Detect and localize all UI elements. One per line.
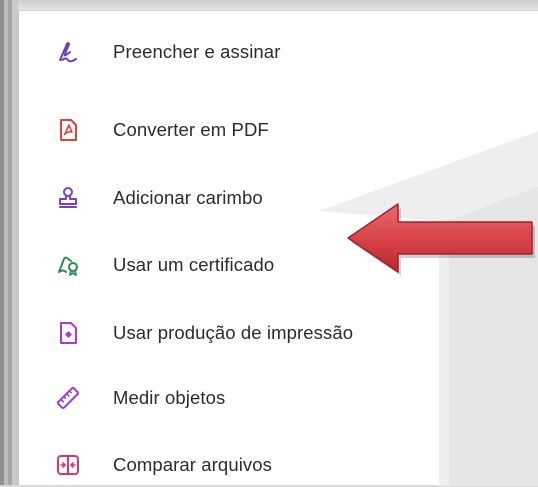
menu-item-label: Usar um certificado: [113, 254, 275, 275]
convert-pdf-icon: [56, 118, 80, 142]
window-top-border: [0, 0, 538, 10]
menu-item-compare-files[interactable]: Comparar arquivos: [19, 443, 459, 487]
ruler-icon: [56, 386, 80, 410]
print-production-icon: [56, 321, 80, 345]
menu-item-fill-sign[interactable]: Preencher e assinar: [19, 30, 459, 74]
compare-files-icon: [56, 453, 80, 477]
menu-item-label: Adicionar carimbo: [113, 187, 263, 208]
window-left-border: [0, 0, 18, 485]
certificate-icon: [56, 253, 80, 277]
callout-arrow: [347, 203, 535, 276]
menu-item-label: Converter em PDF: [113, 119, 269, 140]
menu-item-label: Usar produção de impressão: [113, 322, 354, 343]
menu-item-measure[interactable]: Medir objetos: [19, 376, 459, 420]
menu-item-print-production[interactable]: Usar produção de impressão: [19, 311, 459, 355]
menu-item-label: Comparar arquivos: [113, 454, 273, 475]
stamp-icon: [56, 186, 80, 210]
fill-sign-icon: [56, 40, 80, 64]
menu-item-label: Preencher e assinar: [113, 41, 281, 62]
menu-item-convert-pdf[interactable]: Converter em PDF: [19, 108, 459, 152]
menu-item-label: Medir objetos: [113, 387, 226, 408]
